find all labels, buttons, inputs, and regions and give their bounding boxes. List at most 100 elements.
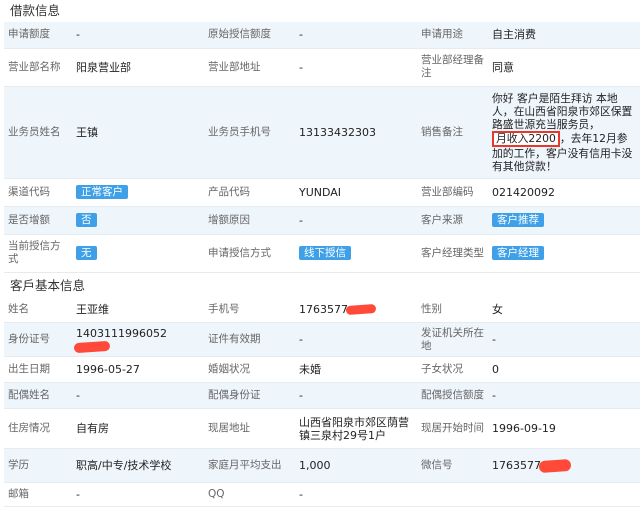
income-highlight-box: 月收入2200 <box>492 130 560 147</box>
table-row: 营业部名称 阳泉营业部 营业部地址 - 营业部经理备注 同意 <box>4 48 640 87</box>
spouse-name-label: 配偶姓名 <box>4 382 72 409</box>
orig-credit-value: - <box>295 22 413 49</box>
redaction-mark <box>73 340 111 353</box>
qq-value: - <box>295 482 413 507</box>
qq-label: QQ <box>200 482 295 507</box>
name-label: 姓名 <box>4 296 72 323</box>
gender-label: 性别 <box>413 296 488 323</box>
cust-source-label: 客户来源 <box>413 206 488 235</box>
mobile-text: 1763577 <box>299 302 348 316</box>
table-row: 渠道代码 正常客户 产品代码 YUNDAI 营业部编码 021420092 <box>4 178 640 207</box>
table-row: 学历 职高/中专/技术学校 家庭月平均支出 1,000 微信号 1763577 <box>4 448 640 483</box>
birth-label: 出生日期 <box>4 356 72 383</box>
sales-remark-value: 你好 客户是陌生拜访 本地人，在山西省阳泉市郊区保置路盛世源充当服务员，月收入2… <box>488 86 640 179</box>
id-label: 身份证号 <box>4 322 72 357</box>
edu-value: 职高/中专/技术学校 <box>72 448 200 483</box>
table-row: 申请额度 - 原始授信额度 - 申请用途 自主消费 <box>4 22 640 49</box>
agent-name-value: 王镇 <box>72 86 200 179</box>
branch-addr-value: - <box>295 48 413 87</box>
curr-credit-tag: 无 <box>76 246 97 260</box>
table-row: 业务员姓名 王镇 业务员手机号 13133432303 销售备注 你好 客户是陌… <box>4 86 640 179</box>
branch-name-label: 营业部名称 <box>4 48 72 87</box>
loan-section-title: 借款信息 <box>0 0 644 22</box>
agent-name-label: 业务员姓名 <box>4 86 72 179</box>
children-value: 0 <box>488 356 640 383</box>
table-row: 身份证号 1403111996052 证件有效期 - 发证机关所在地 - <box>4 322 640 357</box>
spouse-credit-value: - <box>488 382 640 409</box>
apply-credit-label: 申请授信方式 <box>200 234 295 273</box>
cust-source-tag: 客户推荐 <box>492 213 544 227</box>
mobile-label: 手机号 <box>200 296 295 323</box>
cert-valid-value: - <box>295 322 413 357</box>
product-value: YUNDAI <box>295 178 413 207</box>
customer-section-title: 客戶基本信息 <box>0 274 644 297</box>
is-increase-tag: 否 <box>76 213 97 227</box>
spouse-name-value: - <box>72 382 200 409</box>
expense-label: 家庭月平均支出 <box>200 448 295 483</box>
increase-reason-label: 增额原因 <box>200 206 295 235</box>
table-row: 姓名 王亚维 手机号 1763577 性别 女 <box>4 296 640 323</box>
email-label: 邮箱 <box>4 482 72 507</box>
mgr-remark-label: 营业部经理备注 <box>413 48 488 87</box>
issuer-label: 发证机关所在地 <box>413 322 488 357</box>
sales-remark-text-1: 你好 客户是陌生拜访 本地人，在山西省阳泉市郊区保置路盛世源充当服务员， <box>492 91 633 131</box>
children-label: 子女状况 <box>413 356 488 383</box>
expense-value: 1,000 <box>295 448 413 483</box>
agent-phone-value: 13133432303 <box>295 86 413 179</box>
orig-credit-label: 原始授信额度 <box>200 22 295 49</box>
customer-info-table: 姓名 王亚维 手机号 1763577 性别 女 身份证号 14031119960… <box>4 296 640 507</box>
mgr-type-label: 客户经理类型 <box>413 234 488 273</box>
marital-label: 婚姻状况 <box>200 356 295 383</box>
table-row: 住房情况 自有房 现居地址 山西省阳泉市郊区荫营镇三泉村29号1户 现居开始时间… <box>4 408 640 449</box>
table-row: 配偶姓名 - 配偶身份证 - 配偶授信额度 - <box>4 382 640 409</box>
since-label: 现居开始时间 <box>413 408 488 449</box>
branch-name-value: 阳泉营业部 <box>72 48 200 87</box>
wechat-text: 1763577 <box>492 459 541 472</box>
id-text: 1403111996052 <box>76 326 167 340</box>
purpose-label: 申请用途 <box>413 22 488 49</box>
birth-value: 1996-05-27 <box>72 356 200 383</box>
apply-amount-label: 申请额度 <box>4 22 72 49</box>
agent-phone-label: 业务员手机号 <box>200 86 295 179</box>
since-value: 1996-09-19 <box>488 408 640 449</box>
housing-label: 住房情况 <box>4 408 72 449</box>
address-label: 现居地址 <box>200 408 295 449</box>
email-value: - <box>72 482 200 507</box>
wechat-label: 微信号 <box>413 448 488 483</box>
increase-reason-value: - <box>295 206 413 235</box>
table-row: 当前授信方式 无 申请授信方式 线下授信 客户经理类型 客户经理 <box>4 234 640 273</box>
cert-valid-label: 证件有效期 <box>200 322 295 357</box>
mobile-value: 1763577 <box>295 296 413 323</box>
apply-amount-value: - <box>72 22 200 49</box>
branch-addr-label: 营业部地址 <box>200 48 295 87</box>
channel-tag: 正常客户 <box>76 185 128 199</box>
channel-label: 渠道代码 <box>4 178 72 207</box>
marital-value: 未婚 <box>295 356 413 383</box>
spouse-id-value: - <box>295 382 413 409</box>
sales-remark-label: 销售备注 <box>413 86 488 179</box>
housing-value: 自有房 <box>72 408 200 449</box>
redaction-mark <box>345 304 377 316</box>
spouse-credit-label: 配偶授信额度 <box>413 382 488 409</box>
table-row: 邮箱 - QQ - <box>4 482 640 507</box>
edu-label: 学历 <box>4 448 72 483</box>
wechat-value: 1763577 <box>488 448 640 483</box>
table-row: 是否增额 否 增额原因 - 客户来源 客户推荐 <box>4 206 640 235</box>
loan-info-table: 申请额度 - 原始授信额度 - 申请用途 自主消费 营业部名称 阳泉营业部 营业… <box>4 22 640 273</box>
product-label: 产品代码 <box>200 178 295 207</box>
id-value: 1403111996052 <box>72 322 200 357</box>
curr-credit-label: 当前授信方式 <box>4 234 72 273</box>
branch-code-value: 021420092 <box>488 178 640 207</box>
branch-code-label: 营业部编码 <box>413 178 488 207</box>
issuer-value: - <box>488 322 640 357</box>
redaction-mark <box>538 458 572 474</box>
purpose-value: 自主消费 <box>488 22 640 49</box>
mgr-remark-value: 同意 <box>488 48 640 87</box>
mgr-type-tag: 客户经理 <box>492 246 544 260</box>
gender-value: 女 <box>488 296 640 323</box>
table-row: 出生日期 1996-05-27 婚姻状况 未婚 子女状况 0 <box>4 356 640 383</box>
name-value: 王亚维 <box>72 296 200 323</box>
is-increase-label: 是否增额 <box>4 206 72 235</box>
apply-credit-tag: 线下授信 <box>299 246 351 260</box>
spouse-id-label: 配偶身份证 <box>200 382 295 409</box>
